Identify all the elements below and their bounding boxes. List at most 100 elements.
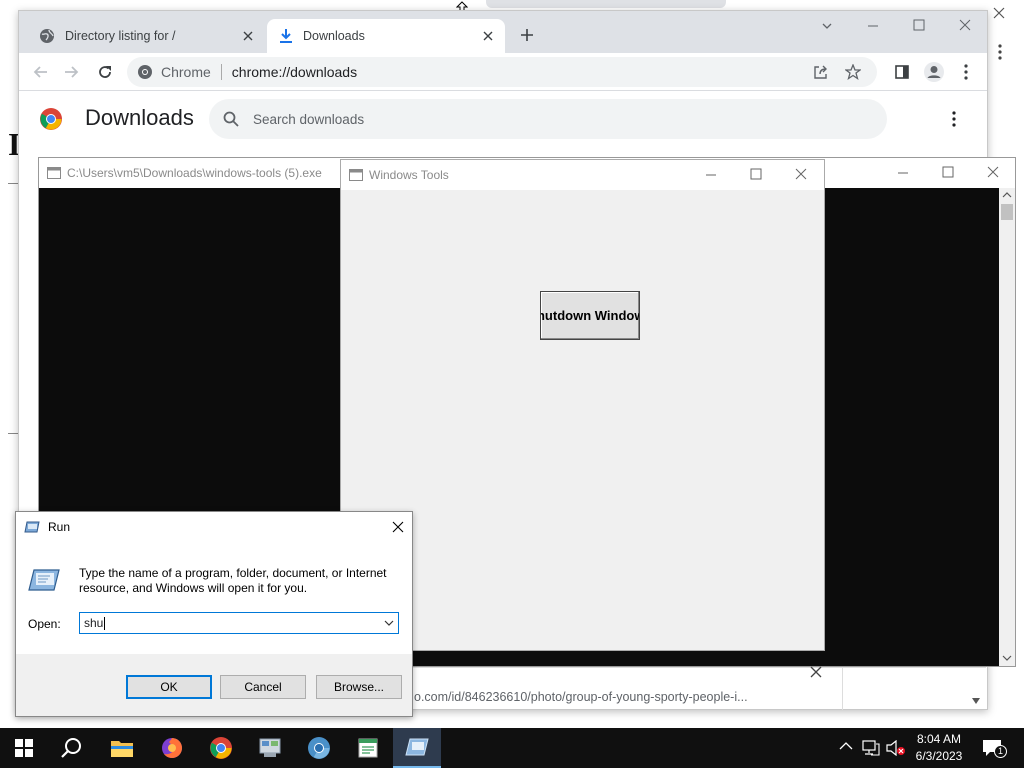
download-shelf: o.com/id/846236610/photo/group-of-young-… xyxy=(412,666,986,710)
minimize-icon[interactable] xyxy=(867,20,879,32)
volume-muted-icon[interactable] xyxy=(886,740,906,756)
run-close-icon[interactable] xyxy=(392,521,404,533)
omnibox-chip: Chrome xyxy=(161,64,211,80)
search-placeholder: Search downloads xyxy=(253,111,365,127)
network-icon[interactable] xyxy=(862,740,880,756)
download-icon xyxy=(279,28,293,44)
shelf-divider xyxy=(842,668,843,710)
run-content-area xyxy=(16,542,412,654)
chrome-menu-icon[interactable] xyxy=(954,60,978,84)
taskbar-document-app[interactable] xyxy=(344,728,392,768)
text-caret xyxy=(104,616,106,630)
control-panel-icon xyxy=(258,737,282,759)
browse-button[interactable]: Browse... xyxy=(316,675,402,699)
windows-tools-titlebar[interactable]: Windows Tools xyxy=(341,160,824,190)
windows-tools-title: Windows Tools xyxy=(369,168,449,182)
taskbar: 8:04 AM 6/3/2023 1 xyxy=(0,728,1024,768)
tab-directory-listing[interactable]: Directory listing for / xyxy=(27,19,265,53)
scroll-down-arrow-icon[interactable] xyxy=(1002,654,1012,662)
document-app-icon xyxy=(357,737,379,759)
scroll-thumb[interactable] xyxy=(1001,204,1013,220)
omnibox[interactable]: Chrome chrome://downloads xyxy=(127,57,877,87)
tab-close-icon[interactable] xyxy=(483,31,493,41)
console-maximize-icon[interactable] xyxy=(942,166,954,178)
chrome-logo-icon xyxy=(137,64,153,80)
close-icon[interactable] xyxy=(959,19,971,31)
taskbar-file-explorer[interactable] xyxy=(98,728,146,768)
run-title: Run xyxy=(48,520,71,534)
omnibox-divider xyxy=(220,64,222,80)
background-menu-icon[interactable] xyxy=(997,44,1003,60)
console-scrollbar[interactable] xyxy=(999,188,1015,666)
tab-close-icon[interactable] xyxy=(243,31,253,41)
run-description: Type the name of a program, folder, docu… xyxy=(79,566,387,595)
chrome-blue-icon xyxy=(307,736,331,760)
downloads-title: Downloads xyxy=(85,105,194,130)
taskbar-run-dialog[interactable] xyxy=(393,728,441,768)
tray-chevron-up-icon[interactable] xyxy=(839,741,853,751)
new-tab-plus-icon[interactable] xyxy=(519,27,535,43)
start-button[interactable] xyxy=(0,728,48,768)
share-icon[interactable] xyxy=(813,64,829,80)
tab-downloads[interactable]: Downloads xyxy=(267,19,505,53)
omnibox-url: chrome://downloads xyxy=(231,64,358,80)
tab-search-chevron-icon[interactable] xyxy=(821,20,833,32)
folder-icon xyxy=(110,738,134,758)
taskbar-chrome[interactable] xyxy=(197,728,245,768)
run-dialog[interactable]: Run Type the name of a program, folder, … xyxy=(15,511,413,717)
shelf-scroll-down-icon[interactable] xyxy=(972,698,980,704)
taskbar-chrome-secondary[interactable] xyxy=(295,728,343,768)
window-app-icon xyxy=(349,169,363,181)
firefox-icon xyxy=(160,736,184,760)
shelf-close-icon[interactable] xyxy=(810,666,822,678)
cancel-button[interactable]: Cancel xyxy=(220,675,306,699)
download-source-url[interactable]: o.com/id/846236610/photo/group-of-young-… xyxy=(414,690,748,704)
background-close-icon[interactable] xyxy=(992,6,1006,20)
run-open-input[interactable]: shu xyxy=(79,612,399,634)
console-title: C:\Users\vm5\Downloads\windows-tools (5)… xyxy=(67,166,322,180)
run-open-value: shu xyxy=(84,616,104,630)
bookmark-star-icon[interactable] xyxy=(845,64,861,80)
clock-time: 8:04 AM xyxy=(916,732,962,746)
forward-arrow-icon[interactable] xyxy=(59,60,83,84)
console-app-icon xyxy=(47,167,61,179)
clock-date: 6/3/2023 xyxy=(915,749,963,763)
downloads-menu-icon[interactable] xyxy=(951,111,957,127)
toolbar: Chrome chrome://downloads xyxy=(19,53,987,91)
search-icon xyxy=(61,737,83,759)
run-app-icon xyxy=(405,738,429,756)
wtools-close-icon[interactable] xyxy=(795,168,807,180)
side-panel-icon[interactable] xyxy=(890,60,914,84)
scroll-up-arrow-icon[interactable] xyxy=(1002,191,1012,199)
console-close-icon[interactable] xyxy=(987,166,999,178)
console-minimize-icon[interactable] xyxy=(897,167,909,179)
windows-logo-icon xyxy=(15,739,33,757)
tab-strip: Directory listing for / Downloads xyxy=(19,11,987,53)
notification-count-badge: 1 xyxy=(994,745,1007,758)
run-app-icon xyxy=(24,521,40,533)
tab-title: Directory listing for / xyxy=(65,29,176,43)
background-tab xyxy=(486,0,726,8)
ok-button[interactable]: OK xyxy=(126,675,212,699)
notifications-icon[interactable]: 1 xyxy=(982,739,1007,758)
reload-icon[interactable] xyxy=(93,60,117,84)
chrome-icon xyxy=(209,736,233,760)
taskbar-search-button[interactable] xyxy=(48,728,96,768)
run-open-label: Open: xyxy=(28,617,61,631)
chrome-color-logo-icon xyxy=(39,107,63,131)
taskbar-control-panel[interactable] xyxy=(246,728,294,768)
tab-title: Downloads xyxy=(303,29,365,43)
run-titlebar[interactable]: Run xyxy=(16,512,412,542)
wtools-minimize-icon[interactable] xyxy=(705,169,717,181)
downloads-search-input[interactable]: Search downloads xyxy=(209,99,887,139)
dropdown-chevron-icon[interactable] xyxy=(384,619,394,627)
maximize-icon[interactable] xyxy=(913,19,925,31)
globe-icon xyxy=(39,28,55,44)
search-icon xyxy=(223,111,239,127)
back-arrow-icon[interactable] xyxy=(29,60,53,84)
taskbar-firefox[interactable] xyxy=(148,728,196,768)
shutdown-windows-button[interactable]: Shutdown Windows xyxy=(540,291,640,340)
wtools-maximize-icon[interactable] xyxy=(750,168,762,180)
taskbar-clock[interactable]: 8:04 AM 6/3/2023 xyxy=(906,731,972,765)
profile-avatar-icon[interactable] xyxy=(922,60,946,84)
